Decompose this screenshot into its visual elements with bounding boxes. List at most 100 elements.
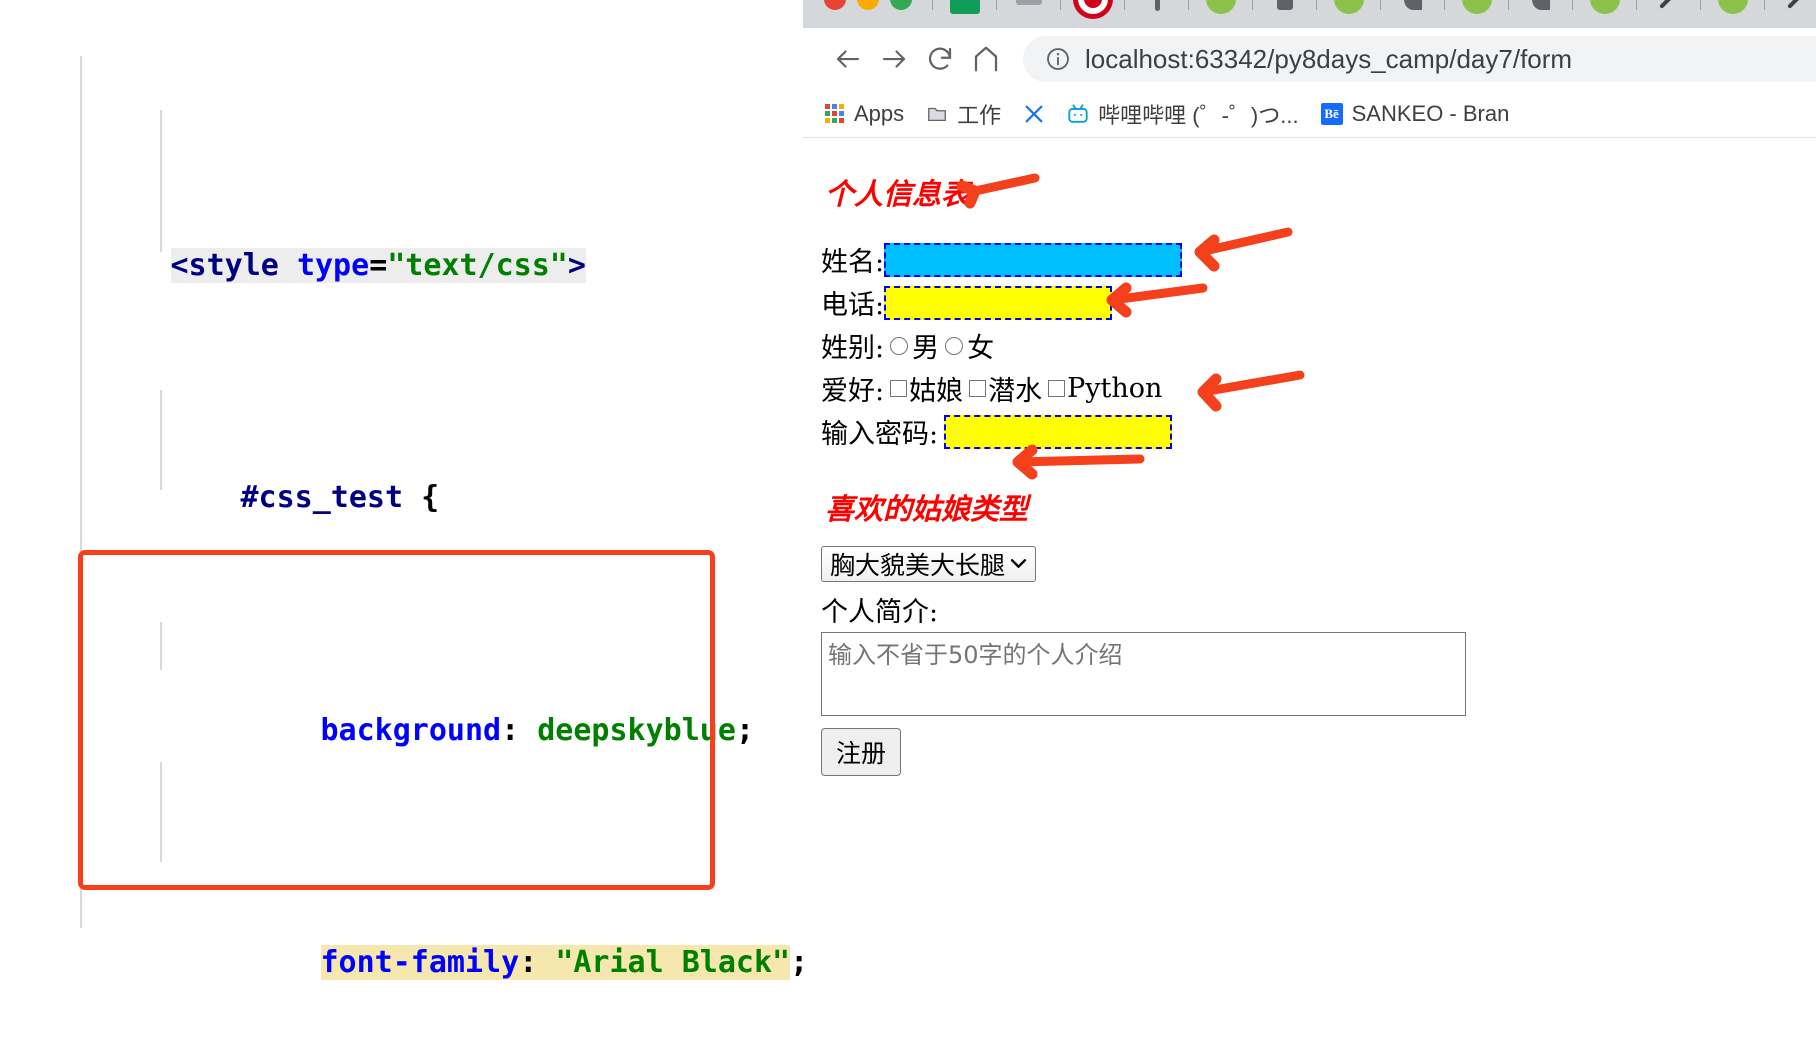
back-button[interactable] — [825, 36, 871, 82]
bookmark-bilibili[interactable]: 哔哩哔哩 (゜-゜)つ... — [1067, 98, 1299, 130]
tab-favicon-leaf-icon — [1718, 0, 1748, 14]
form-row-name: 姓名: — [821, 239, 1816, 280]
phone-label: 电话: — [821, 290, 885, 321]
bookmark-x-site[interactable] — [1023, 103, 1045, 125]
code-line[interactable]: font-family: "Arial Black"; — [0, 894, 802, 980]
page-content: 个人信息表 姓名: 电话: 姓别: 男 女 爱好: 姑娘 潜水 Python 输… — [803, 139, 1816, 1042]
browser-tab[interactable] — [997, 0, 1061, 24]
phone-input[interactable] — [884, 285, 1113, 320]
gender-label: 姓别: — [821, 333, 885, 364]
browser-tab-strip[interactable] — [803, 0, 1816, 28]
code-line[interactable]: background: deepskyblue; — [0, 661, 802, 748]
tab-favicon-c-icon — [1532, 0, 1550, 10]
browser-tab[interactable] — [1381, 0, 1445, 24]
name-label: 姓名: — [821, 247, 885, 278]
indent-guide — [160, 390, 162, 490]
hobby-python-label: Python — [1067, 373, 1163, 404]
folder-icon — [928, 107, 947, 121]
gender-male-radio[interactable] — [890, 336, 909, 355]
chevron-down-icon — [1010, 555, 1027, 574]
indent-guide — [160, 762, 162, 862]
bookmark-label: Apps — [854, 100, 905, 126]
hobbies-label: 爱好: — [821, 376, 885, 407]
code-token-tag: <style — [170, 247, 279, 283]
bookmark-label: 工作 — [957, 102, 1002, 128]
form-row-hobbies: 爱好: 姑娘 潜水 Python — [821, 368, 1816, 409]
code-line[interactable]: <style type="text/css"> — [0, 196, 802, 283]
code-editor-pane[interactable]: <style type="text/css"> #css_test { back… — [0, 0, 802, 1042]
hobby-dive-checkbox[interactable] — [969, 380, 987, 397]
bookmark-label: SANKEO - Bran — [1351, 100, 1510, 126]
girl-type-select[interactable]: 胸大貌美大长腿 — [821, 546, 1037, 582]
browser-tab[interactable] — [1509, 0, 1573, 24]
browser-tab[interactable] — [803, 0, 933, 24]
browser-tab[interactable] — [1125, 0, 1189, 24]
gender-female-label: 女 — [967, 333, 995, 364]
tab-favicon-bar-icon — [1154, 0, 1160, 11]
browser-tab[interactable] — [1701, 0, 1765, 24]
password-label: 输入密码: — [821, 419, 939, 450]
browser-toolbar: localhost:63342/py8days_camp/day7/form — [803, 28, 1816, 90]
name-input[interactable] — [884, 242, 1183, 277]
reload-button[interactable] — [917, 36, 963, 82]
indent-guide — [160, 622, 162, 670]
tab-favicon-dot-yellow — [857, 0, 879, 10]
bookmark-apps[interactable]: Apps — [825, 101, 904, 127]
code-token-value: deepskyblue — [537, 712, 736, 748]
bilibili-icon — [1068, 103, 1088, 123]
bookmarks-bar: Apps 工作 哔哩哔哩 (゜-゜)つ... Bē SANKEO - Bran — [803, 90, 1816, 138]
code-token-value: "Arial Black" — [555, 945, 791, 980]
site-info-icon[interactable] — [1045, 46, 1071, 72]
page-title-note: 个人信息表 — [825, 177, 971, 211]
code-token-selector-id: #css_test — [240, 480, 404, 515]
hobby-girl-checkbox[interactable] — [890, 380, 908, 397]
code-token-attr: type — [296, 247, 370, 283]
gender-male-label: 男 — [912, 333, 940, 364]
password-input[interactable] — [944, 414, 1173, 449]
bio-label: 个人简介: — [821, 597, 939, 628]
tab-favicon-letter-icon — [1277, 0, 1293, 10]
home-button[interactable] — [963, 36, 1009, 82]
tab-favicon-leaf-icon — [1590, 0, 1620, 14]
browser-tab[interactable] — [1445, 0, 1509, 24]
x-logo-icon — [1025, 105, 1043, 122]
tab-favicon-dot-red — [824, 0, 846, 10]
code-lines[interactable]: <style type="text/css"> #css_test { back… — [0, 0, 802, 1042]
code-line[interactable]: #css_test { — [0, 429, 802, 515]
type-note: 喜欢的姑娘类型 — [825, 492, 1029, 526]
tab-favicon-leaf-icon — [1206, 0, 1236, 14]
apps-grid-icon — [825, 103, 845, 124]
code-token-property: background — [320, 712, 502, 748]
tab-favicon-leaf-icon — [1462, 0, 1492, 14]
hobby-girl-label: 姑娘 — [909, 376, 964, 407]
browser-tab[interactable] — [1061, 0, 1125, 24]
browser-tab[interactable] — [1253, 0, 1317, 24]
bookmark-work-folder[interactable]: 工作 — [926, 98, 1001, 130]
bookmark-label: 哔哩哔哩 (゜-゜)つ... — [1098, 102, 1299, 128]
indent-guide — [160, 110, 162, 252]
bio-textarea[interactable] — [821, 632, 1466, 716]
tab-favicon-arrow-icon — [1787, 0, 1807, 9]
browser-tab[interactable] — [1573, 0, 1637, 24]
tab-favicon-leaf-icon — [1334, 0, 1364, 14]
browser-tab[interactable] — [1189, 0, 1253, 24]
hobby-python-checkbox[interactable] — [1048, 380, 1066, 397]
form-row-gender: 姓别: 男 女 — [821, 325, 1816, 366]
code-token-semicolon: ; — [790, 945, 802, 980]
address-bar[interactable]: localhost:63342/py8days_camp/day7/form — [1023, 36, 1816, 82]
browser-tab[interactable] — [1637, 0, 1701, 24]
browser-tab[interactable] — [1765, 0, 1816, 24]
tab-favicon-sheets-icon — [950, 0, 980, 14]
forward-button[interactable] — [871, 36, 917, 82]
code-token-attr-value: "text/css" — [387, 247, 568, 283]
tab-favicon-doc-icon — [1016, 0, 1042, 5]
browser-tab[interactable] — [1317, 0, 1381, 24]
select-selected-value: 胸大貌美大长腿 — [830, 551, 1006, 580]
gender-female-radio[interactable] — [945, 336, 964, 355]
tab-favicon-dot-green — [890, 0, 912, 10]
tab-favicon-target-icon — [1073, 0, 1113, 19]
browser-tab[interactable] — [933, 0, 997, 24]
address-bar-url: localhost:63342/py8days_camp/day7/form — [1085, 43, 1573, 74]
submit-button[interactable]: 注册 — [821, 728, 902, 776]
bookmark-sankeo[interactable]: Bē SANKEO - Bran — [1320, 100, 1510, 127]
